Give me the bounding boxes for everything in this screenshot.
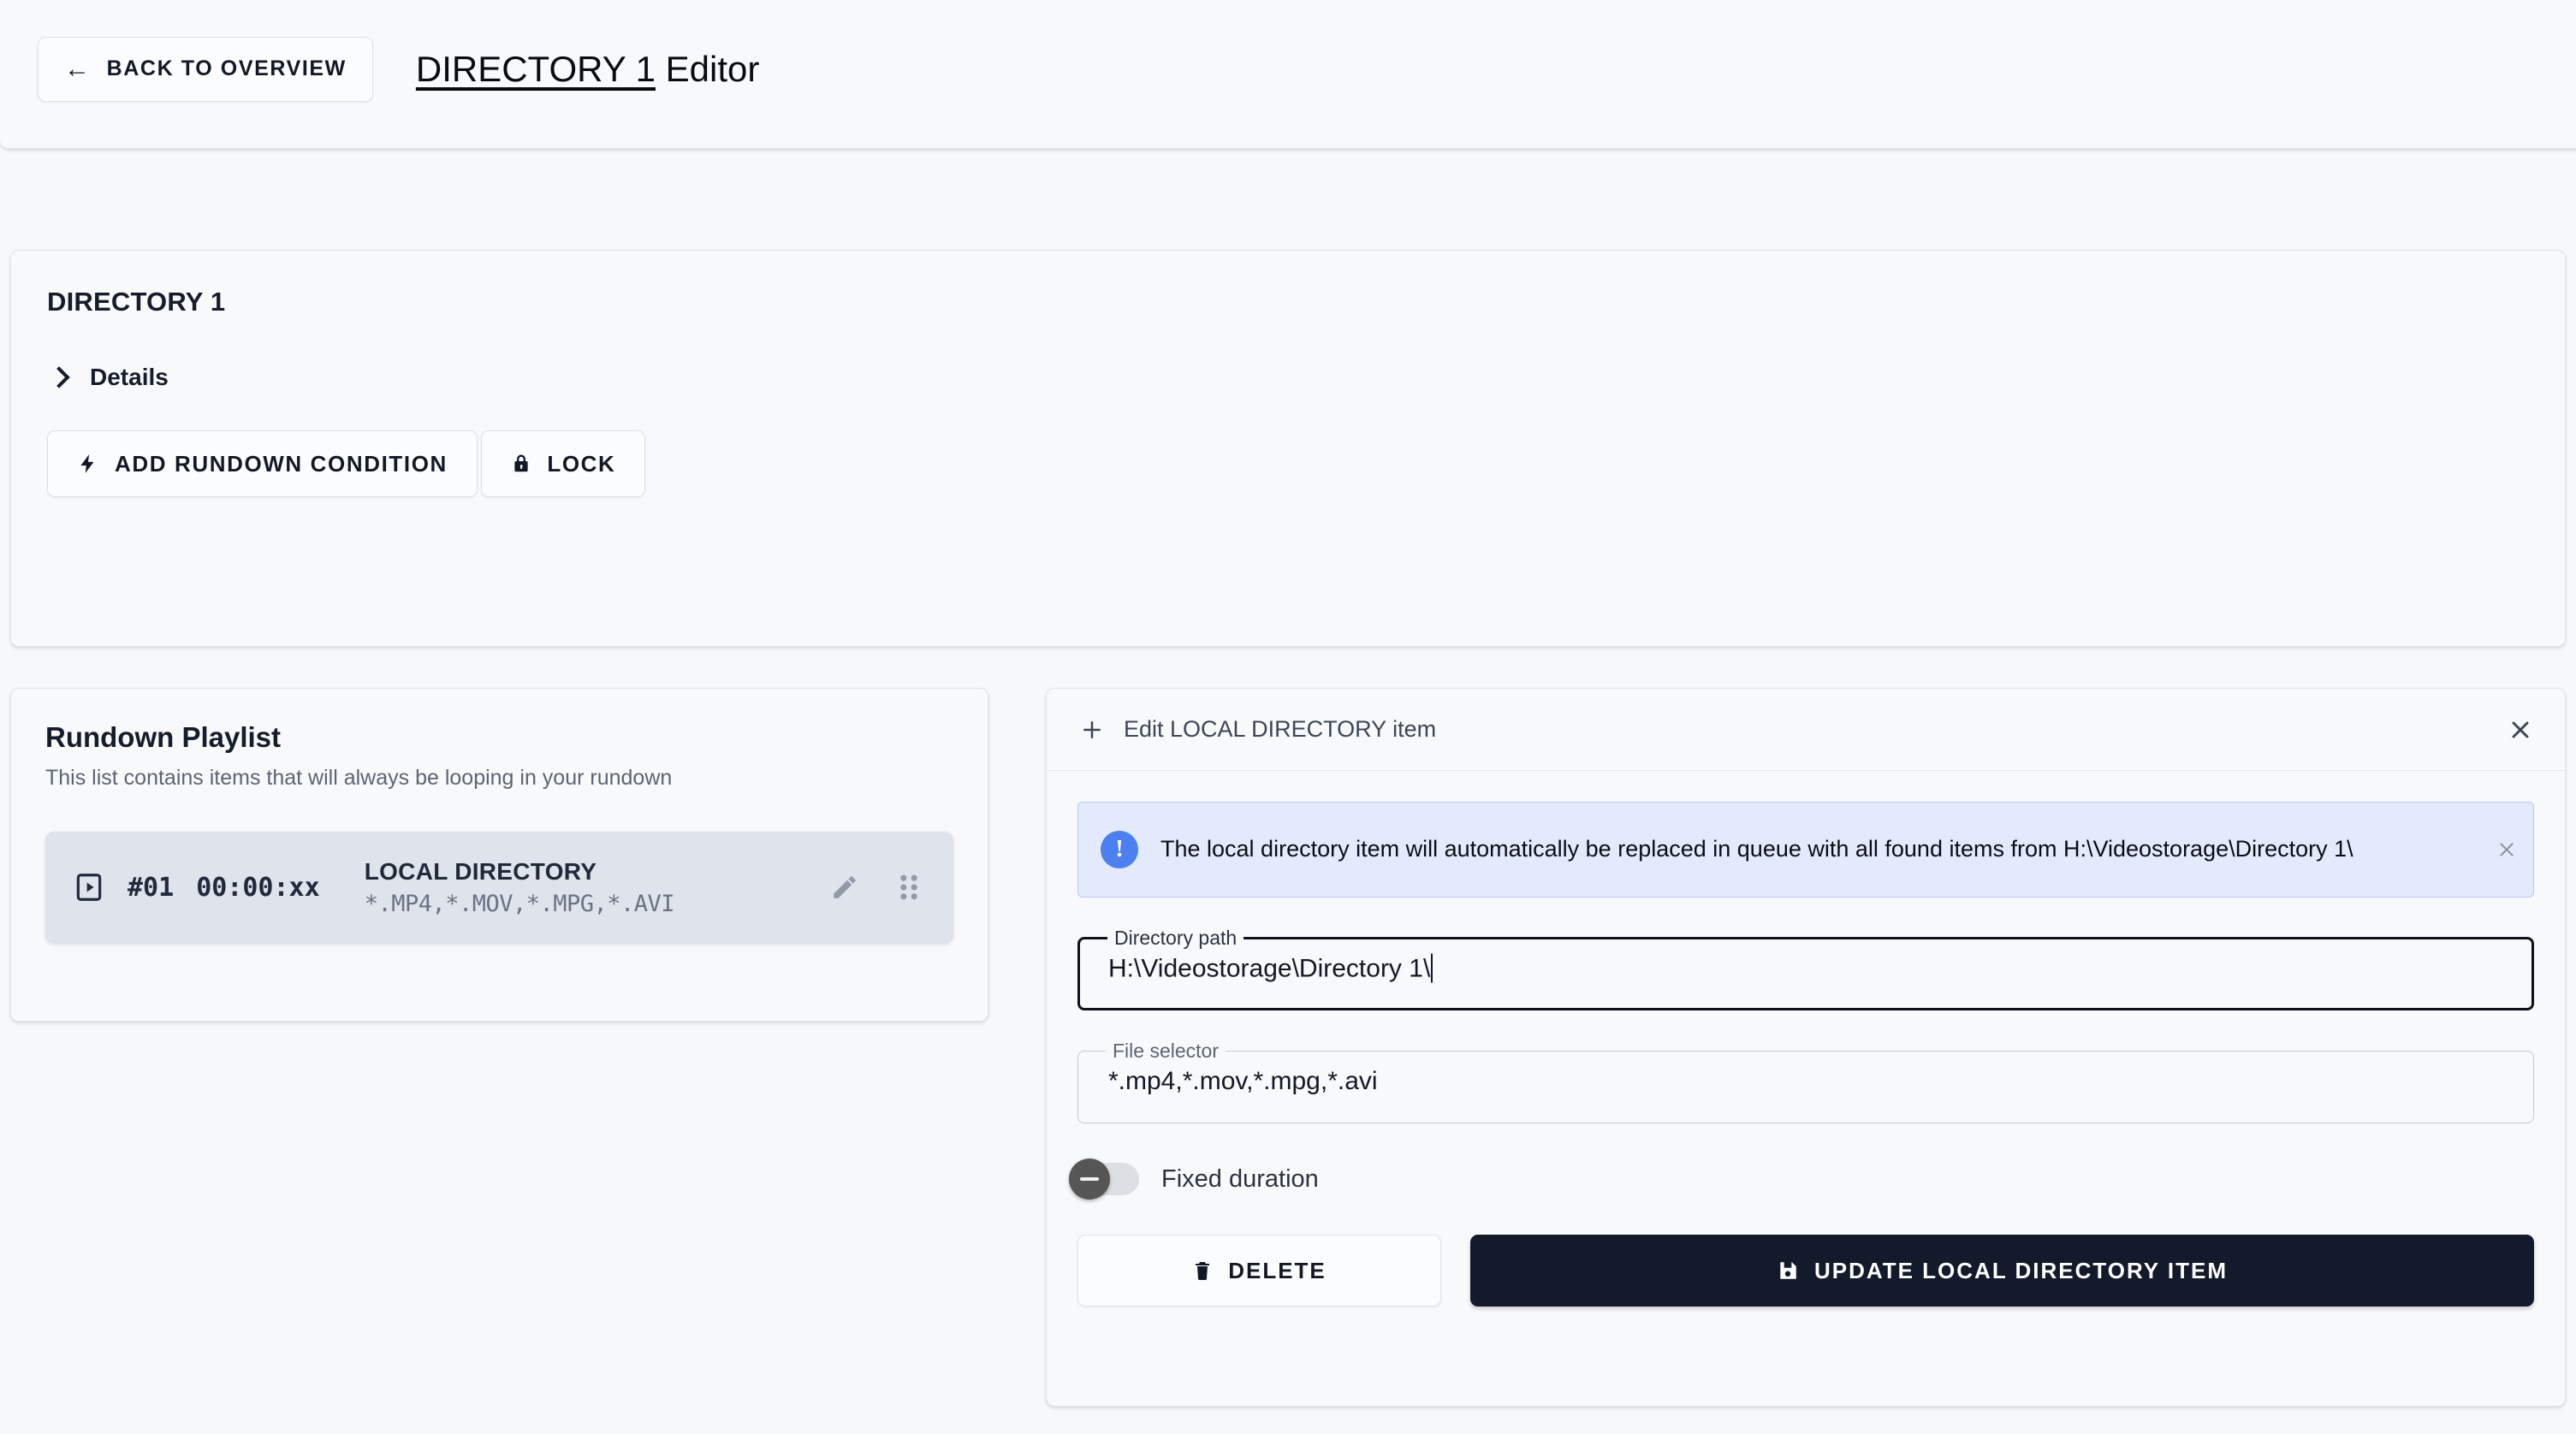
update-item-button[interactable]: UPDATE LOCAL DIRECTORY ITEM: [1470, 1235, 2534, 1307]
details-disclosure[interactable]: Details: [47, 364, 169, 391]
details-label: Details: [90, 364, 169, 390]
top-header-bar: ← BACK TO OVERVIEW DIRECTORY 1 Editor: [0, 0, 2576, 149]
pencil-icon[interactable]: [830, 873, 859, 902]
directory-path-field[interactable]: Directory path H:\Videostorage\Directory…: [1077, 927, 2534, 1010]
file-selector-input[interactable]: *.mp4,*.mov,*.mpg,*.avi: [1108, 1067, 1378, 1096]
back-to-overview-label: BACK TO OVERVIEW: [106, 56, 347, 80]
section-title: DIRECTORY 1: [47, 287, 226, 317]
list-item-actions: [830, 873, 929, 902]
page-title-highlight: DIRECTORY 1: [415, 48, 656, 89]
lock-label: LOCK: [547, 450, 616, 477]
edit-item-panel-header: Edit LOCAL DIRECTORY item: [1047, 689, 2565, 771]
lock-button[interactable]: LOCK: [481, 430, 646, 497]
info-banner-close-icon[interactable]: [2496, 838, 2518, 861]
info-banner: ! The local directory item will automati…: [1077, 802, 2534, 898]
page-title-rest: Editor: [655, 48, 760, 89]
fixed-duration-label: Fixed duration: [1161, 1164, 1319, 1193]
list-item[interactable]: #01 00:00:xx LOCAL DIRECTORY *.MP4,*.MOV…: [45, 832, 953, 943]
close-icon[interactable]: [2507, 716, 2534, 744]
text-caret: [1431, 953, 1433, 983]
delete-label: DELETE: [1228, 1257, 1327, 1283]
add-rundown-condition-button[interactable]: ADD RUNDOWN CONDITION: [47, 430, 478, 497]
page-title: DIRECTORY 1 Editor: [416, 49, 760, 90]
trash-icon: [1192, 1259, 1213, 1283]
lightning-bolt-icon: [77, 451, 99, 477]
list-item-duration: 00:00:xx: [196, 872, 320, 903]
directory-path-value-wrap: H:\Videostorage\Directory 1\: [1108, 953, 1433, 984]
edit-item-panel-title: Edit LOCAL DIRECTORY item: [1124, 716, 1437, 742]
edit-item-panel-body: ! The local directory item will automati…: [1047, 771, 2565, 1307]
add-rundown-condition-label: ADD RUNDOWN CONDITION: [115, 450, 448, 477]
info-exclamation-icon: !: [1101, 831, 1138, 868]
file-selector-field[interactable]: File selector *.mp4,*.mov,*.mpg,*.avi: [1077, 1040, 2534, 1123]
fixed-duration-row: Fixed duration: [1069, 1158, 2534, 1200]
save-disk-icon: [1777, 1259, 1799, 1282]
list-item-filter: *.MP4,*.MOV,*.MPG,*.AVI: [364, 890, 675, 917]
back-to-overview-button[interactable]: ← BACK TO OVERVIEW: [38, 36, 373, 102]
list-item-text: LOCAL DIRECTORY *.MP4,*.MOV,*.MPG,*.AVI: [365, 858, 808, 917]
directory-path-label: Directory path: [1114, 927, 1238, 949]
list-item-name: LOCAL DIRECTORY: [364, 857, 597, 885]
drag-handle-icon[interactable]: [897, 873, 921, 902]
playlist-subtitle: This list contains items that will alway…: [45, 766, 673, 790]
playlist-title: Rundown Playlist: [45, 721, 282, 753]
directory-section-card: DIRECTORY 1 Details ADD RUNDOWN CONDITIO…: [10, 250, 2566, 647]
edit-item-panel: Edit LOCAL DIRECTORY item ! The local di…: [1046, 688, 2566, 1407]
play-rect-icon: [73, 871, 105, 904]
update-item-label: UPDATE LOCAL DIRECTORY ITEM: [1813, 1257, 2229, 1283]
lock-icon: [511, 451, 531, 477]
fixed-duration-toggle[interactable]: [1069, 1158, 1139, 1200]
editor-action-buttons: DELETE UPDATE LOCAL DIRECTORY ITEM: [1077, 1235, 2534, 1307]
file-selector-label: File selector: [1113, 1040, 1219, 1062]
toggle-knob-minus-icon: [1069, 1158, 1110, 1200]
delete-button[interactable]: DELETE: [1077, 1235, 1441, 1307]
info-banner-text: The local directory item will automatica…: [1160, 836, 2353, 862]
arrow-left-icon: ←: [64, 54, 92, 83]
app-root: ← BACK TO OVERVIEW DIRECTORY 1 Editor DI…: [0, 0, 2576, 1434]
plus-icon: [1079, 717, 1105, 743]
list-item-index: #01: [128, 872, 175, 903]
directory-path-input[interactable]: H:\Videostorage\Directory 1\: [1108, 955, 1430, 983]
rundown-playlist-card: Rundown Playlist This list contains item…: [10, 688, 988, 1022]
chevron-right-icon: [47, 366, 69, 388]
